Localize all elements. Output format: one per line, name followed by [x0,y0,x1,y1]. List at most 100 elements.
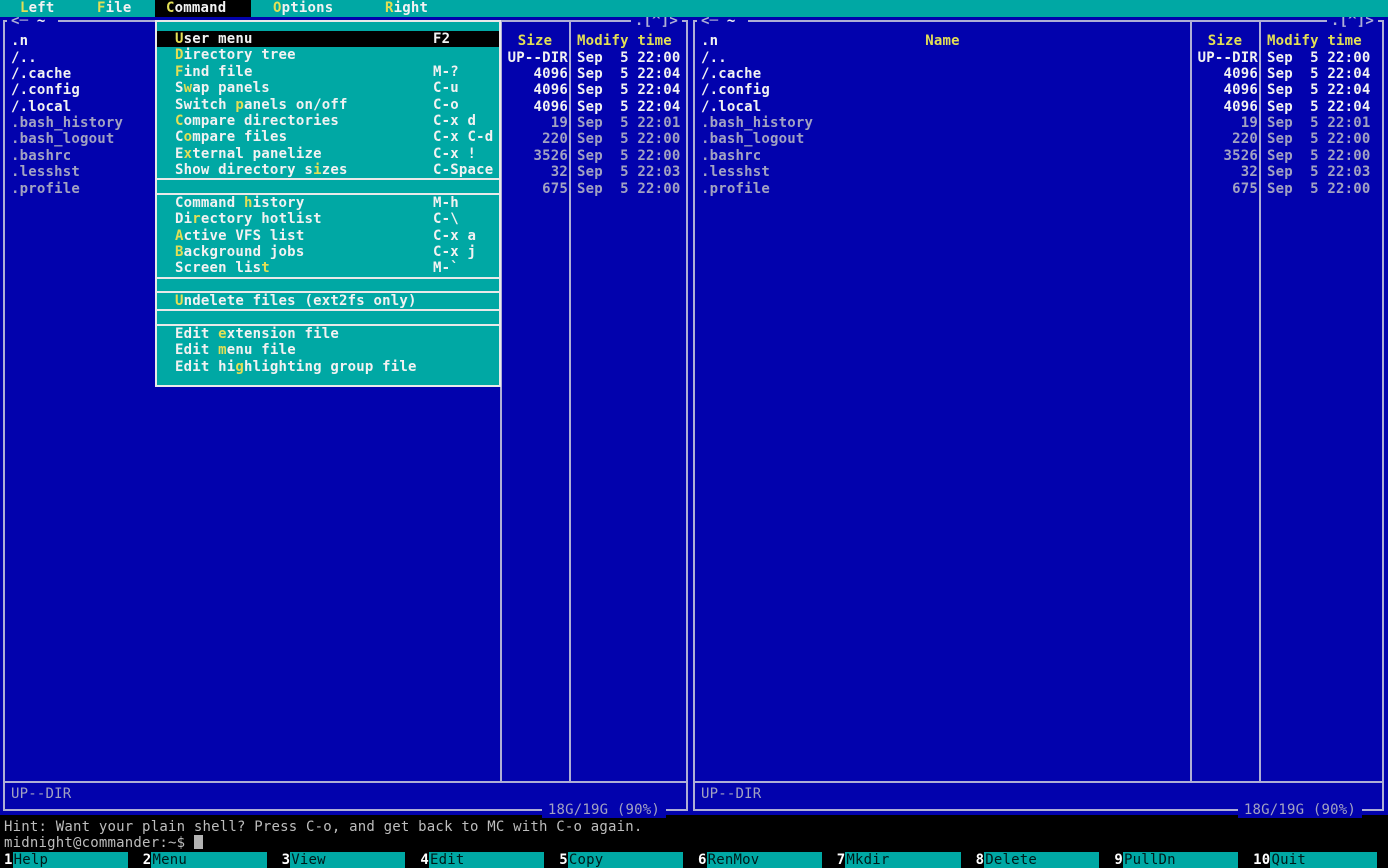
fkey-label: RenMov [707,852,822,868]
fkey-2-menu[interactable]: 2Menu [139,852,278,868]
menu-item-undelete-files-ext2fs-only[interactable]: Undelete files (ext2fs only) [157,293,499,309]
file-mtime: Sep 5 22:04 [1267,82,1371,98]
menu-item-shortcut: C-o [433,97,459,113]
menubar: Left File Command Options Right [0,0,1388,17]
file-row-lesshst[interactable]: .lesshst32Sep 5 22:03 [695,164,1382,180]
menu-item-find-file[interactable]: Find fileM-? [157,64,499,80]
menu-item-command-history[interactable]: Command historyM-h [157,195,499,211]
file-name: .bash_history [701,115,813,131]
menu-item-user-menu[interactable]: User menu F2 [157,31,499,47]
fkey-label: View [290,852,405,868]
menu-item-directory-hotlist[interactable]: Directory hotlistC-\ [157,211,499,227]
file-size: 4096 [1192,82,1258,98]
hotkey-letter: L [20,0,29,16]
right-panel-header: .n Name Size Modify time [695,33,1382,49]
menu-item-label: Compare files [175,129,287,145]
fkey-number: 2 [139,852,152,868]
menu-item-label: Compare directories [175,113,339,129]
menubar-item-command[interactable]: Command [155,0,251,17]
right-free-space: 18G/19G (90%) [1238,802,1362,818]
hint-line: Hint: Want your plain shell? Press C-o, … [4,819,643,835]
file-size: UP--DIR [1192,50,1258,66]
menu-item-shortcut: C-x a [433,228,476,244]
menubar-item-options[interactable]: Options [262,0,344,17]
mc-screen: LeftFileCommandOptionsRight <─ ~ .[^]> .… [0,0,1388,868]
file-row-bash-history[interactable]: .bash_history19Sep 5 22:01 [695,115,1382,131]
fkey-9-pulldn[interactable]: 9PullDn [1110,852,1249,868]
shell-prompt[interactable]: midnight@commander:~$ [4,835,203,851]
function-key-bar: 1Help2Menu3View4Edit5Copy6RenMov7Mkdir8D… [0,852,1388,868]
file-row-local[interactable]: /.local4096Sep 5 22:04 [695,99,1382,115]
fkey-1-help[interactable]: 1Help [0,852,139,868]
menubar-item-left[interactable]: Left [9,0,66,17]
hotkey-letter: D [175,47,184,63]
file-name: .bash_history [11,115,123,131]
file-row-profile[interactable]: .profile675Sep 5 22:00 [695,181,1382,197]
menu-item-show-directory-sizes[interactable]: Show directory sizesC-Space [157,162,499,178]
fkey-6-renmov[interactable]: 6RenMov [694,852,833,868]
file-mtime: Sep 5 22:00 [1267,181,1371,197]
file-mtime: Sep 5 22:04 [577,66,681,82]
menu-separator [157,277,499,293]
hotkey-letter: o [184,129,193,145]
file-size: 4096 [1192,99,1258,115]
menu-item-shortcut: F2 [433,31,450,47]
column-header-mtime[interactable]: Modify time [577,33,672,49]
file-row-[interactable]: /..UP--DIRSep 5 22:00 [695,50,1382,66]
column-header-size[interactable]: Size [1192,33,1258,49]
column-header-size[interactable]: Size [502,33,568,49]
menu-item-compare-files[interactable]: Compare filesC-x C-d [157,129,499,145]
column-header-mtime[interactable]: Modify time [1267,33,1362,49]
menu-item-compare-directories[interactable]: Compare directoriesC-x d [157,113,499,129]
menu-item-screen-list[interactable]: Screen listM-` [157,260,499,276]
column-header-name[interactable]: Name [695,33,1190,49]
menu-item-edit-highlighting-group-file[interactable]: Edit highlighting group file [157,359,499,375]
fkey-10-quit[interactable]: 10Quit [1249,852,1388,868]
fkey-number: 9 [1110,852,1123,868]
menu-item-edit-menu-file[interactable]: Edit menu file [157,342,499,358]
file-row-bash-logout[interactable]: .bash_logout220Sep 5 22:00 [695,131,1382,147]
menu-item-active-vfs-list[interactable]: Active VFS listC-x a [157,228,499,244]
menu-item-background-jobs[interactable]: Background jobsC-x j [157,244,499,260]
menu-item-label: User menu [175,31,253,47]
panel-separator [5,781,686,783]
fkey-4-edit[interactable]: 4Edit [416,852,555,868]
hotkey-letter: C [166,0,175,16]
hotkey-letter: F [97,0,106,16]
menubar-item-right[interactable]: Right [374,0,439,17]
file-row-config[interactable]: /.config 4096 Sep 5 22:04 [695,82,1382,98]
file-size: 220 [1192,131,1258,147]
file-name: /.config [701,82,770,98]
hotkey-letter: w [184,80,193,96]
file-mtime: Sep 5 22:00 [577,131,681,147]
fkey-number: 1 [0,852,13,868]
menu-item-label: Swap panels [175,80,270,96]
file-name: /.cache [701,66,761,82]
menu-item-label: External panelize [175,146,322,162]
fkey-7-mkdir[interactable]: 7Mkdir [833,852,972,868]
file-mtime: Sep 5 22:00 [1267,148,1371,164]
file-size: 4096 [1192,66,1258,82]
left-free-space: 18G/19G (90%) [542,802,666,818]
hotkey-letter: F [175,64,184,80]
file-row-bashrc[interactable]: .bashrc3526Sep 5 22:00 [695,148,1382,164]
menu-item-label: Screen list [175,260,270,276]
file-name: /.local [11,99,71,115]
menu-item-label: Directory hotlist [175,211,322,227]
hotkey-letter: C [175,113,184,129]
fkey-8-delete[interactable]: 8Delete [972,852,1111,868]
menubar-item-file[interactable]: File [86,0,143,17]
fkey-3-view[interactable]: 3View [278,852,417,868]
menu-item-label: Switch panels on/off [175,97,348,113]
file-name: /.config [11,82,80,98]
menu-item-directory-tree[interactable]: Directory tree [157,47,499,63]
fkey-number: 4 [416,852,429,868]
fkey-5-copy[interactable]: 5Copy [555,852,694,868]
menu-item-shortcut: C-x ! [433,146,476,162]
menu-item-external-panelize[interactable]: External panelize C-x ! [157,146,499,162]
file-row-cache[interactable]: /.cache4096Sep 5 22:04 [695,66,1382,82]
menu-item-swap-panels[interactable]: Swap panelsC-u [157,80,499,96]
menu-item-switch-panels-on-off[interactable]: Switch panels on/off C-o [157,97,499,113]
file-mtime: Sep 5 22:00 [1267,50,1371,66]
menu-item-edit-extension-file[interactable]: Edit extension file [157,326,499,342]
